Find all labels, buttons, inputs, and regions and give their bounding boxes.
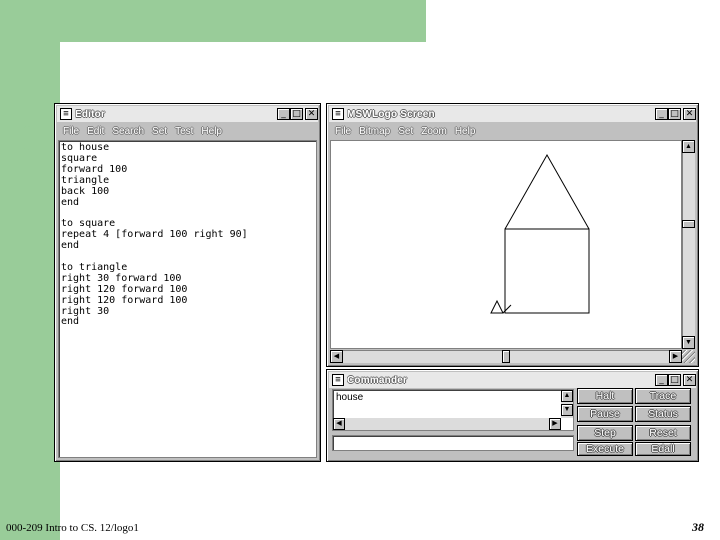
editor-menu-search[interactable]: Search: [112, 126, 144, 137]
reset-button[interactable]: Reset: [635, 425, 691, 441]
screen-app-icon[interactable]: ≡: [332, 108, 344, 120]
scroll-down-icon[interactable]: ▼: [561, 404, 573, 416]
scroll-right-icon[interactable]: ▶: [669, 350, 682, 363]
command-history-list[interactable]: house ▲ ▼ ◀ ▶: [332, 389, 574, 431]
maximize-button[interactable]: □: [668, 108, 681, 120]
code-line: end: [61, 240, 80, 252]
trace-button[interactable]: Trace: [635, 388, 691, 404]
house-square: [504, 228, 590, 314]
scroll-down-icon[interactable]: ▼: [682, 336, 695, 349]
editor-menu-test[interactable]: Test: [175, 126, 193, 137]
slide-footer: 000-209 Intro to CS. 12/logo1: [6, 522, 139, 534]
close-button[interactable]: ✕: [683, 374, 696, 386]
house-roof: [504, 153, 590, 230]
minimize-button[interactable]: _: [655, 374, 668, 386]
editor-menu-edit[interactable]: Edit: [87, 126, 104, 137]
history-horizontal-scrollbar[interactable]: ◀ ▶: [333, 418, 561, 430]
step-button[interactable]: Step: [577, 425, 633, 441]
screen-menu-bitmap[interactable]: Bitmap: [359, 126, 390, 137]
code-line: to house: [61, 142, 110, 153]
history-entry[interactable]: house: [336, 392, 363, 403]
minimize-button[interactable]: _: [655, 108, 668, 120]
scroll-up-icon[interactable]: ▲: [682, 140, 695, 153]
commander-titlebar[interactable]: ≡ Commander _ □ ✕: [329, 372, 696, 388]
turtle-heading: [502, 304, 512, 314]
commander-title: Commander: [347, 374, 408, 386]
halt-button[interactable]: Halt: [577, 388, 633, 404]
commander-app-icon[interactable]: ≡: [332, 374, 344, 386]
slide-accent-bar: [0, 0, 60, 540]
editor-menubar: File Edit Search Set Test Help: [57, 123, 318, 139]
commander-window: ≡ Commander _ □ ✕ house ▲ ▼ ◀ ▶ Halt Tra…: [326, 369, 699, 462]
scroll-thumb[interactable]: [502, 350, 510, 363]
screen-menubar: File Bitmap Set Zoom Help: [329, 123, 696, 139]
scroll-left-icon[interactable]: ◀: [330, 350, 343, 363]
code-line: right 120 forward 100: [61, 294, 188, 306]
code-line: triangle: [61, 174, 110, 186]
code-line: repeat 4 [forward 100 right 90]: [61, 229, 248, 241]
scroll-right-icon[interactable]: ▶: [549, 418, 561, 430]
code-line: end: [61, 196, 80, 208]
edall-button[interactable]: Edall: [635, 442, 691, 456]
maximize-button[interactable]: □: [290, 108, 303, 120]
editor-window: ≡ Editor _ □ ✕ File Edit Search Set Test Help…: [54, 103, 321, 462]
screen-horizontal-scrollbar[interactable]: ◀ ▶: [330, 350, 682, 363]
screen-menu-set[interactable]: Set: [398, 126, 413, 137]
editor-menu-file[interactable]: File: [63, 126, 79, 137]
history-vertical-scrollbar[interactable]: ▲ ▼: [561, 390, 573, 418]
editor-titlebar[interactable]: ≡ Editor _ □ ✕: [57, 106, 318, 122]
code-line: end: [61, 316, 80, 328]
scroll-left-icon[interactable]: ◀: [333, 418, 345, 430]
editor-menu-set[interactable]: Set: [152, 126, 167, 137]
editor-menu-help[interactable]: Help: [201, 126, 222, 137]
editor-title: Editor: [75, 108, 106, 120]
logo-screen-window: ≡ MSWLogo Screen _ □ ✕ File Bitmap Set Zoom…: [326, 103, 699, 367]
status-button[interactable]: Status: [635, 406, 691, 422]
code-line: right 30: [61, 305, 110, 317]
screen-titlebar[interactable]: ≡ MSWLogo Screen _ □ ✕: [329, 106, 696, 122]
editor-text-area[interactable]: to house square forward 100 triangle back 10…: [58, 140, 317, 458]
screen-menu-help[interactable]: Help: [455, 126, 476, 137]
screen-title: MSWLogo Screen: [347, 108, 435, 120]
minimize-button[interactable]: _: [277, 108, 290, 120]
turtle-canvas[interactable]: [330, 140, 682, 349]
page-number: 38: [692, 520, 704, 534]
close-button[interactable]: ✕: [305, 108, 318, 120]
slide-accent-top: [0, 0, 426, 42]
house-drawing: [490, 153, 590, 314]
command-input[interactable]: [332, 435, 574, 451]
editor-app-icon[interactable]: ≡: [60, 108, 72, 120]
scroll-thumb[interactable]: [682, 220, 695, 228]
execute-button[interactable]: Execute: [577, 442, 633, 456]
screen-menu-file[interactable]: File: [335, 126, 351, 137]
screen-vertical-scrollbar[interactable]: ▲ ▼: [682, 140, 695, 349]
code-line: back 100: [61, 185, 110, 197]
scroll-up-icon[interactable]: ▲: [561, 390, 573, 402]
close-button[interactable]: ✕: [683, 108, 696, 120]
turtle-icon: [490, 299, 504, 314]
resize-grip-icon[interactable]: [682, 350, 695, 363]
maximize-button[interactable]: □: [668, 374, 681, 386]
screen-menu-zoom[interactable]: Zoom: [421, 126, 447, 137]
pause-button[interactable]: Pause: [577, 406, 633, 422]
